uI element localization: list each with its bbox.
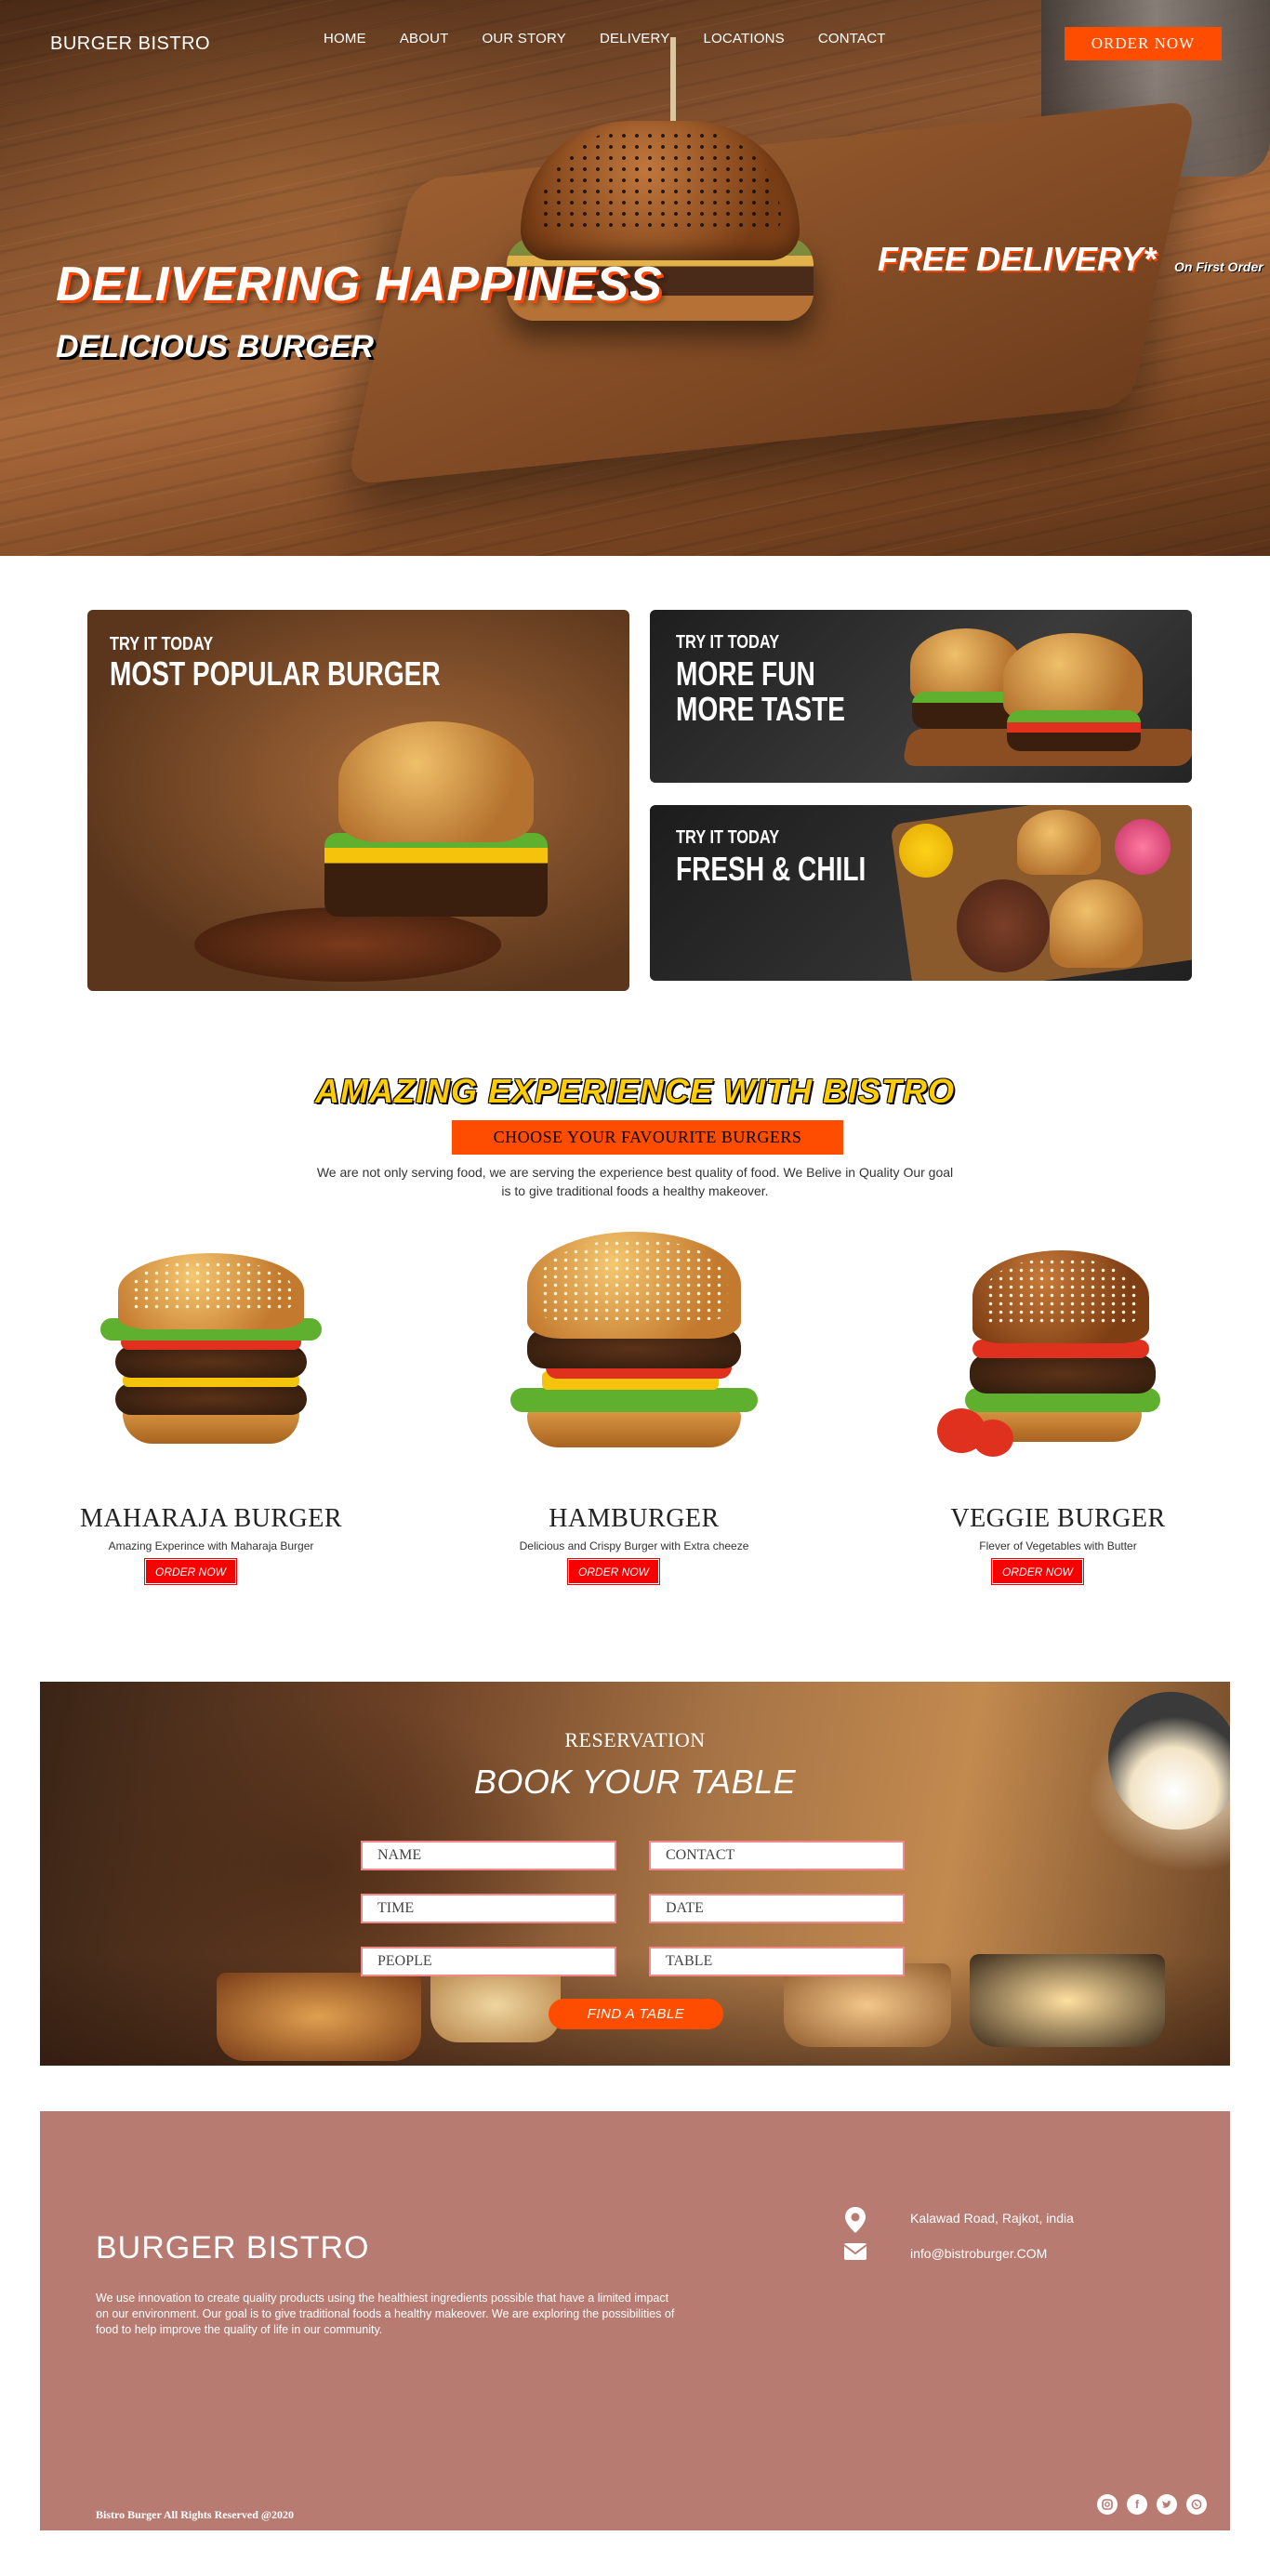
promo-card-more-fun[interactable]: TRY IT TODAY MORE FUN MORE TASTE bbox=[650, 610, 1192, 783]
product-order-button[interactable]: ORDER NOW bbox=[144, 1558, 237, 1585]
products-section: MAHARAJA BURGER Amazing Experince with M… bbox=[0, 1232, 1270, 1585]
site-footer: BURGER BISTRO We use innovation to creat… bbox=[40, 2111, 1230, 2530]
product-description: Delicious and Crispy Burger with Extra c… bbox=[519, 1539, 749, 1552]
nav-about[interactable]: ABOUT bbox=[400, 31, 449, 46]
promo-title: FRESH & CHILI bbox=[676, 850, 867, 888]
promo-title: MORE FUN MORE TASTE bbox=[676, 656, 845, 727]
top-navigation: BURGER BISTRO HOME ABOUT OUR STORY DELIV… bbox=[0, 0, 1270, 84]
fries-basket-image bbox=[970, 1954, 1165, 2047]
promo-eyebrow: TRY IT TODAY bbox=[676, 632, 780, 653]
promo-card-fresh-chili[interactable]: TRY IT TODAY FRESH & CHILI bbox=[650, 805, 1192, 981]
envelope-icon bbox=[843, 2243, 867, 2260]
whatsapp-icon[interactable] bbox=[1186, 2494, 1207, 2515]
date-field[interactable] bbox=[649, 1894, 905, 1923]
table-field[interactable] bbox=[649, 1947, 905, 1976]
wooden-plate-image bbox=[194, 907, 501, 982]
product-name: MAHARAJA BURGER bbox=[79, 1504, 343, 1533]
product-card-hamburger: HAMBURGER Delicious and Crispy Burger wi… bbox=[495, 1232, 774, 1585]
promo-title-line-1: MORE FUN bbox=[676, 654, 815, 693]
reservation-label: RESERVATION bbox=[564, 1728, 706, 1751]
burger-bun-image bbox=[338, 721, 534, 842]
free-delivery-promo: FREE DELIVERY* bbox=[878, 240, 1157, 278]
product-order-button[interactable]: ORDER NOW bbox=[991, 1558, 1084, 1585]
instagram-icon[interactable] bbox=[1097, 2494, 1118, 2515]
nav-locations[interactable]: LOCATIONS bbox=[703, 31, 784, 46]
footer-description: We use innovation to create quality prod… bbox=[96, 2292, 675, 2336]
product-order-button[interactable]: ORDER NOW bbox=[567, 1558, 660, 1585]
time-field[interactable] bbox=[361, 1894, 616, 1923]
veggie-burger-image bbox=[937, 1250, 1179, 1460]
hero-subheadline: DELICIOUS BURGER bbox=[56, 329, 374, 364]
experience-description: We are not only serving food, we are ser… bbox=[316, 1165, 954, 1198]
reservation-title: BOOK YOUR TABLE bbox=[473, 1763, 797, 1801]
find-table-button[interactable]: FIND A TABLE bbox=[549, 1999, 723, 2029]
product-name: HAMBURGER bbox=[549, 1504, 720, 1533]
first-order-note: On First Order bbox=[1174, 259, 1263, 274]
reservation-section: RESERVATION BOOK YOUR TABLE FIND A TABLE bbox=[40, 1682, 1230, 2066]
nachos-tray-image bbox=[217, 1973, 421, 2061]
nav-our-story[interactable]: OUR STORY bbox=[483, 31, 566, 46]
experience-section: AMAZING EXPERIENCE WITH BISTRO CHOOSE YO… bbox=[0, 1039, 1270, 1239]
experience-title: AMAZING EXPERIENCE WITH BISTRO bbox=[314, 1072, 956, 1110]
maharaja-burger-image bbox=[95, 1253, 327, 1458]
footer-address: Kalawad Road, Rajkot, india bbox=[910, 2211, 1074, 2226]
promo-eyebrow: TRY IT TODAY bbox=[676, 827, 780, 848]
burger-two-image bbox=[1003, 633, 1143, 721]
footer-email[interactable]: info@bistroburger.COM bbox=[910, 2246, 1047, 2261]
choose-burgers-button[interactable]: CHOOSE YOUR FAVOURITE BURGERS bbox=[452, 1120, 843, 1155]
promo-eyebrow: TRY IT TODAY bbox=[110, 634, 214, 654]
burger-two-layers-image bbox=[1007, 710, 1141, 751]
promo-cards-section: TRY IT TODAY MOST POPULAR BURGER TRY IT … bbox=[0, 556, 1270, 1039]
raw-patty-image bbox=[957, 879, 1050, 972]
promo-card-popular[interactable]: TRY IT TODAY MOST POPULAR BURGER bbox=[87, 610, 629, 991]
burger-layers-image bbox=[324, 833, 548, 917]
onion-bowl-image bbox=[1115, 819, 1171, 875]
main-menu: HOME ABOUT OUR STORY DELIVERY LOCATIONS … bbox=[324, 31, 919, 46]
hero-headline: DELIVERING HAPPINESS bbox=[56, 258, 663, 311]
twitter-icon[interactable] bbox=[1157, 2494, 1177, 2515]
location-pin-icon bbox=[845, 2207, 866, 2233]
promo-title-line-2: MORE TASTE bbox=[676, 690, 846, 728]
hero-banner: BURGER BISTRO HOME ABOUT OUR STORY DELIV… bbox=[0, 0, 1270, 556]
product-name: VEGGIE BURGER bbox=[950, 1504, 1166, 1533]
bun-image bbox=[1017, 810, 1101, 875]
product-card-maharaja: MAHARAJA BURGER Amazing Experince with M… bbox=[72, 1239, 351, 1585]
site-logo[interactable]: BURGER BISTRO bbox=[50, 33, 210, 55]
facebook-icon[interactable]: f bbox=[1127, 2494, 1147, 2515]
wrap-image bbox=[430, 1968, 561, 2042]
people-field[interactable] bbox=[361, 1947, 616, 1976]
contact-field[interactable] bbox=[649, 1841, 905, 1870]
mustard-bowl-image bbox=[899, 824, 953, 878]
nav-delivery[interactable]: DELIVERY bbox=[600, 31, 670, 46]
hamburger-image bbox=[509, 1232, 760, 1460]
product-card-veggie: VEGGIE BURGER Flever of Vegetables with … bbox=[919, 1239, 1197, 1585]
name-field[interactable] bbox=[361, 1841, 616, 1870]
product-description: Flever of Vegetables with Butter bbox=[979, 1539, 1137, 1552]
footer-brand: BURGER BISTRO bbox=[96, 2230, 370, 2266]
order-now-button[interactable]: ORDER NOW bbox=[1065, 27, 1222, 60]
product-description: Amazing Experince with Maharaja Burger bbox=[108, 1539, 314, 1552]
bun-two-image bbox=[1050, 879, 1143, 968]
nav-home[interactable]: HOME bbox=[324, 31, 366, 46]
copyright-text: Bistro Burger All Rights Reserved @2020 bbox=[96, 2508, 295, 2521]
promo-title: MOST POPULAR BURGER bbox=[110, 654, 441, 693]
nav-contact[interactable]: CONTACT bbox=[818, 31, 886, 46]
